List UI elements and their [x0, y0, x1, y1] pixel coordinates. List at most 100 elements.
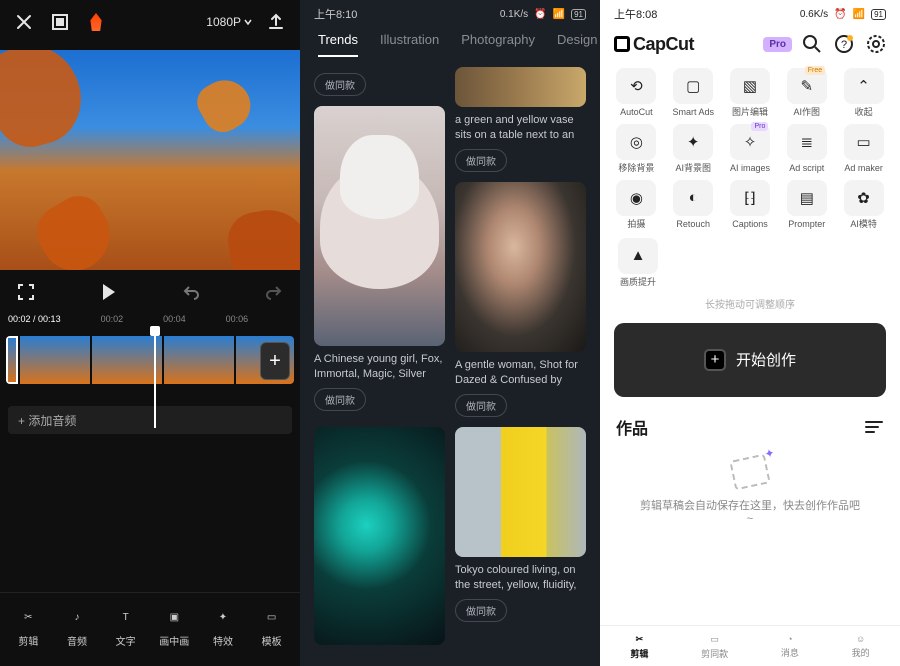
tool-fx[interactable]: ✦特效 — [203, 607, 243, 648]
tool-pip[interactable]: ▣画中画 — [154, 607, 194, 648]
tool-aiimages[interactable]: Pro✧AI images — [724, 124, 777, 174]
empty-text: 剪辑草稿会自动保存在这里，快去创作作品吧~ — [640, 497, 860, 525]
battery-icon: 91 — [871, 9, 886, 20]
clip[interactable] — [6, 336, 18, 384]
template-icon: ▭ — [262, 607, 282, 627]
close-icon[interactable] — [12, 10, 36, 34]
fullscreen-icon[interactable] — [14, 280, 38, 304]
clip[interactable] — [92, 336, 162, 384]
nav-edit[interactable]: ✂剪辑 — [630, 634, 648, 660]
gallery-card: 做同款 A Chinese young girl, Fox, Immortal,… — [314, 67, 445, 417]
alarm-icon: ⏰ — [834, 9, 846, 20]
undo-icon[interactable] — [179, 280, 203, 304]
tool-audio[interactable]: ♪音频 — [57, 607, 97, 648]
shoot-icon: ◉ — [616, 180, 656, 216]
tool-label: 文字 — [116, 633, 136, 648]
editor-topbar: 1080P — [0, 0, 300, 44]
play-button[interactable] — [97, 280, 121, 304]
tool-aimodel[interactable]: ✿AI模特 — [837, 180, 890, 230]
aspect-icon[interactable] — [48, 10, 72, 34]
tool-smartads[interactable]: ▢Smart Ads — [667, 68, 720, 118]
cut-icon: ✂ — [18, 607, 38, 627]
clip[interactable] — [20, 336, 90, 384]
tool-label: Retouch — [676, 220, 710, 230]
thumbnail-jaguar[interactable] — [314, 427, 445, 645]
capcut-logo: CapCut — [614, 34, 694, 55]
tool-autocut[interactable]: ⟲AutoCut — [610, 68, 663, 118]
thumbnail-vase[interactable] — [455, 67, 586, 107]
resolution-selector[interactable]: 1080P — [206, 15, 252, 29]
thumbnail-fox-girl[interactable] — [314, 106, 445, 346]
tab-photography[interactable]: Photography — [461, 32, 535, 57]
prompter-icon: ▤ — [787, 180, 827, 216]
create-label: 开始创作 — [736, 349, 796, 370]
tool-label: AutoCut — [620, 108, 653, 118]
pro-badge[interactable]: Pro — [763, 37, 792, 52]
tool-cut[interactable]: ✂剪辑 — [8, 607, 48, 648]
export-icon[interactable] — [264, 10, 288, 34]
tool-captions[interactable]: ⁅⁆Captions — [724, 180, 777, 230]
tool-shoot[interactable]: ◉拍摄 — [610, 180, 663, 230]
tool-removebg[interactable]: ◎移除背景 — [610, 124, 663, 174]
caption: Tokyo coloured living, on the street, ye… — [455, 563, 586, 593]
tab-design[interactable]: Design — [557, 32, 597, 57]
chevron-down-icon — [244, 18, 252, 26]
video-preview[interactable] — [0, 50, 300, 270]
redo-icon[interactable] — [262, 280, 286, 304]
tool-template[interactable]: ▭模板 — [252, 607, 292, 648]
nav-me[interactable]: ☺我的 — [852, 634, 870, 660]
tool-admaker[interactable]: ▭Ad maker — [837, 124, 890, 174]
tool-adscript[interactable]: ≣Ad script — [780, 124, 833, 174]
flame-icon[interactable] — [84, 10, 108, 34]
tool-aibg[interactable]: ✦AI背景图 — [667, 124, 720, 174]
tool-badge: Pro — [751, 122, 768, 131]
timeline[interactable]: + — [6, 328, 294, 398]
add-audio-button[interactable]: + 添加音频 — [8, 406, 292, 434]
same-style-button[interactable]: 做同款 — [455, 394, 507, 417]
tool-label: 特效 — [213, 633, 233, 648]
aibg-icon: ✦ — [673, 124, 713, 160]
same-style-button[interactable]: 做同款 — [314, 73, 366, 96]
tool-enhance[interactable]: ▲ 画质提升 — [610, 238, 666, 288]
signal-icon: 📶 — [853, 9, 865, 20]
scissors-icon: ✂ — [636, 634, 644, 645]
thumbnail-woman[interactable] — [455, 182, 586, 352]
tab-trends[interactable]: Trends — [318, 32, 358, 57]
settings-icon[interactable] — [864, 32, 888, 56]
aimodel-icon: ✿ — [844, 180, 884, 216]
tool-aidraw[interactable]: Free✎AI作图 — [780, 68, 833, 118]
tool-badge: Free — [805, 66, 825, 75]
nav-label: 剪同款 — [701, 647, 728, 660]
tool-imgedit[interactable]: ▧图片编辑 — [724, 68, 777, 118]
plus-icon: + — [704, 349, 726, 371]
time-ruler: 00:02 / 00:13 00:02 00:04 00:06 — [0, 310, 300, 326]
nav-same[interactable]: ▭剪同款 — [701, 634, 728, 660]
alarm-icon: ⏰ — [534, 9, 546, 20]
tool-prompter[interactable]: ▤Prompter — [780, 180, 833, 230]
nav-messages[interactable]: ◔消息 — [781, 634, 799, 660]
video-track[interactable] — [6, 336, 294, 384]
audio-icon: ♪ — [67, 607, 87, 627]
same-style-button[interactable]: 做同款 — [455, 599, 507, 622]
search-icon[interactable] — [800, 32, 824, 56]
tool-collapse[interactable]: ⌃收起 — [837, 68, 890, 118]
caption: a green and yellow vase sits on a table … — [455, 113, 586, 143]
create-button[interactable]: + 开始创作 — [614, 323, 886, 397]
tab-illustration[interactable]: Illustration — [380, 32, 439, 57]
enhance-icon: ▲ — [618, 238, 658, 274]
add-clip-button[interactable]: + — [260, 342, 290, 380]
sort-icon[interactable] — [864, 420, 884, 434]
gallery-card: a green and yellow vase sits on a table … — [455, 67, 586, 417]
tool-grid: ⟲AutoCut▢Smart Ads▧图片编辑Free✎AI作图⌃收起 ◎移除背景… — [600, 62, 900, 234]
tool-label: Smart Ads — [672, 108, 714, 118]
same-style-button[interactable]: 做同款 — [314, 388, 366, 411]
bell-icon: ◔ — [787, 634, 792, 644]
clip[interactable] — [164, 336, 234, 384]
thumbnail-tokyo[interactable] — [455, 427, 586, 557]
same-style-button[interactable]: 做同款 — [455, 149, 507, 172]
tool-text[interactable]: T文字 — [106, 607, 146, 648]
help-icon[interactable]: ? — [832, 32, 856, 56]
playhead[interactable] — [154, 328, 156, 428]
ruler-mark: 00:04 — [163, 314, 186, 324]
tool-retouch[interactable]: ◐Retouch — [667, 180, 720, 230]
